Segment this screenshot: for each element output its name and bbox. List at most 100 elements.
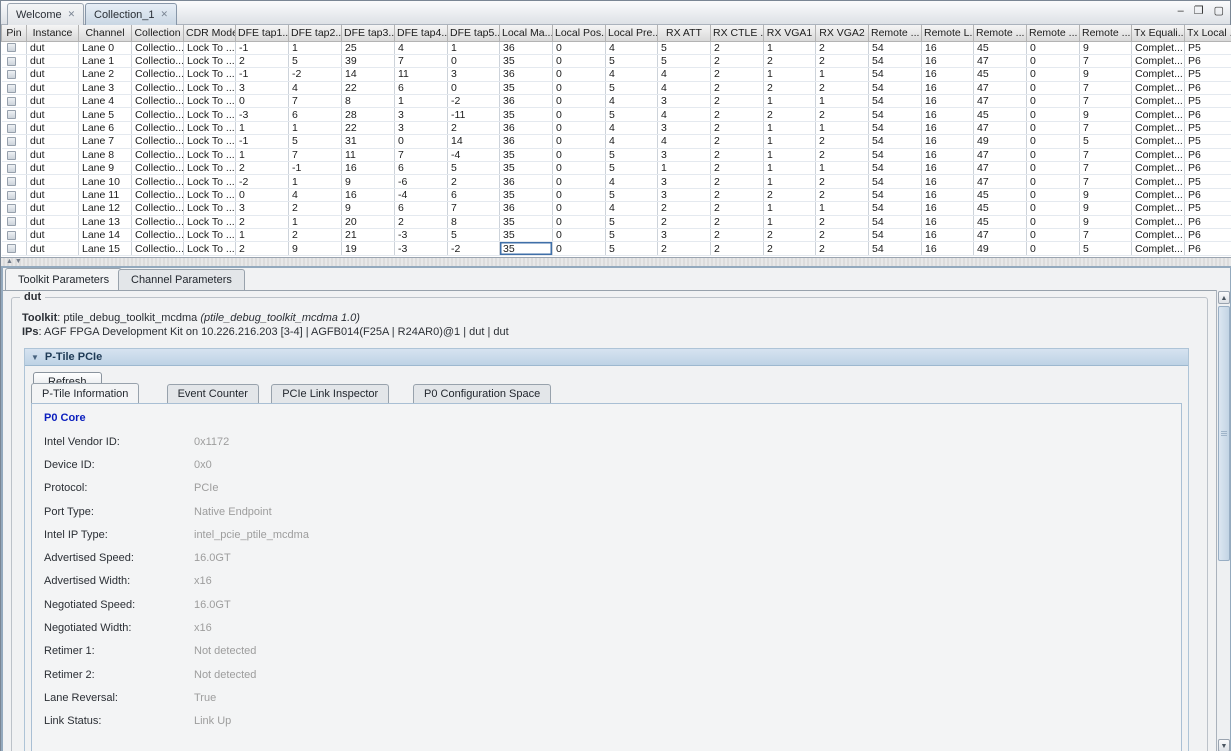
- table-cell[interactable]: 45: [974, 41, 1027, 54]
- table-cell[interactable]: 54: [869, 108, 922, 121]
- table-cell[interactable]: Lane 11: [79, 188, 132, 201]
- table-cell[interactable]: Lock To ...: [184, 41, 236, 54]
- table-cell[interactable]: dut: [27, 108, 79, 121]
- table-cell[interactable]: 49: [974, 242, 1027, 255]
- table-cell[interactable]: 0: [236, 188, 289, 201]
- table-cell[interactable]: 6: [395, 162, 448, 175]
- table-cell[interactable]: 1: [236, 228, 289, 241]
- pin-checkbox[interactable]: [7, 57, 16, 66]
- table-cell[interactable]: 2: [236, 162, 289, 175]
- table-cell[interactable]: P6: [1185, 188, 1231, 201]
- table-cell[interactable]: Lock To ...: [184, 242, 236, 255]
- table-cell[interactable]: P5: [1185, 41, 1231, 54]
- table-cell[interactable]: 2: [711, 175, 764, 188]
- table-cell[interactable]: 5: [1080, 242, 1132, 255]
- table-cell[interactable]: 0: [395, 135, 448, 148]
- table-cell[interactable]: 0: [1027, 81, 1080, 94]
- table-cell[interactable]: 36: [500, 175, 553, 188]
- table-cell[interactable]: Complet...: [1132, 121, 1185, 134]
- table-cell[interactable]: 3: [236, 202, 289, 215]
- table-cell[interactable]: 35: [500, 188, 553, 201]
- table-cell[interactable]: 0: [553, 41, 606, 54]
- table-cell[interactable]: 3: [236, 81, 289, 94]
- table-cell[interactable]: 36: [500, 68, 553, 81]
- table-cell[interactable]: 16: [922, 135, 974, 148]
- table-cell[interactable]: 47: [974, 95, 1027, 108]
- table-cell[interactable]: Collectio...: [132, 202, 184, 215]
- table-cell[interactable]: 0: [1027, 121, 1080, 134]
- table-cell[interactable]: Collectio...: [132, 68, 184, 81]
- table-cell[interactable]: Lane 13: [79, 215, 132, 228]
- table-cell[interactable]: 2: [816, 54, 869, 67]
- table-cell[interactable]: 5: [448, 162, 500, 175]
- table-cell[interactable]: 16: [922, 175, 974, 188]
- table-cell[interactable]: 11: [395, 68, 448, 81]
- column-header[interactable]: Remote L...: [922, 25, 974, 41]
- table-cell[interactable]: Lane 3: [79, 81, 132, 94]
- table-cell[interactable]: 35: [500, 108, 553, 121]
- table-cell[interactable]: 36: [500, 121, 553, 134]
- minimize-icon[interactable]: –: [1178, 4, 1184, 18]
- table-cell[interactable]: 2: [816, 215, 869, 228]
- scrollbar-thumb[interactable]: [1218, 306, 1230, 561]
- table-cell[interactable]: 16: [922, 81, 974, 94]
- table-cell[interactable]: 39: [342, 54, 395, 67]
- table-cell[interactable]: Collectio...: [132, 148, 184, 161]
- column-header[interactable]: DFE tap1...: [236, 25, 289, 41]
- ptile-pcie-section-header[interactable]: ▼ P-Tile PCIe: [25, 349, 1188, 366]
- table-cell[interactable]: 35: [500, 54, 553, 67]
- column-header[interactable]: Tx Local ...: [1185, 25, 1231, 41]
- table-cell[interactable]: 47: [974, 54, 1027, 67]
- table-cell[interactable]: 9: [1080, 108, 1132, 121]
- table-cell[interactable]: -1: [236, 68, 289, 81]
- table-cell[interactable]: 7: [448, 202, 500, 215]
- column-header[interactable]: Remote ...: [1027, 25, 1080, 41]
- table-cell[interactable]: 2: [395, 215, 448, 228]
- table-cell[interactable]: 5: [606, 188, 658, 201]
- table-cell[interactable]: 35: [500, 81, 553, 94]
- table-cell[interactable]: -2: [289, 68, 342, 81]
- table-cell[interactable]: 2: [236, 54, 289, 67]
- table-cell[interactable]: Lane 4: [79, 95, 132, 108]
- table-cell[interactable]: 16: [342, 162, 395, 175]
- pin-checkbox[interactable]: [7, 137, 16, 146]
- table-cell[interactable]: 1: [236, 121, 289, 134]
- table-cell[interactable]: 16: [922, 108, 974, 121]
- table-cell[interactable]: 1: [289, 41, 342, 54]
- table-cell[interactable]: 14: [342, 68, 395, 81]
- table-cell[interactable]: -2: [448, 95, 500, 108]
- table-cell[interactable]: 9: [1080, 202, 1132, 215]
- table-cell[interactable]: Complet...: [1132, 54, 1185, 67]
- table-cell[interactable]: Collectio...: [132, 54, 184, 67]
- table-cell[interactable]: 4: [606, 202, 658, 215]
- table-cell[interactable]: 36: [500, 135, 553, 148]
- table-cell[interactable]: P5: [1185, 135, 1231, 148]
- pin-checkbox[interactable]: [7, 43, 16, 52]
- table-cell[interactable]: P6: [1185, 228, 1231, 241]
- table-cell[interactable]: 0: [236, 95, 289, 108]
- table-cell[interactable]: 16: [922, 148, 974, 161]
- column-header[interactable]: RX VGA2: [816, 25, 869, 41]
- table-cell[interactable]: 4: [606, 68, 658, 81]
- table-cell[interactable]: 16: [922, 202, 974, 215]
- table-cell[interactable]: 36: [500, 41, 553, 54]
- table-cell[interactable]: 0: [553, 81, 606, 94]
- table-cell[interactable]: 1: [764, 41, 816, 54]
- table-cell[interactable]: 2: [816, 188, 869, 201]
- table-cell[interactable]: 54: [869, 202, 922, 215]
- table-cell[interactable]: Collectio...: [132, 95, 184, 108]
- table-cell[interactable]: 2: [711, 135, 764, 148]
- table-cell[interactable]: 5: [658, 41, 711, 54]
- table-cell[interactable]: 54: [869, 68, 922, 81]
- table-cell[interactable]: 2: [764, 242, 816, 255]
- table-cell[interactable]: 1: [289, 175, 342, 188]
- table-cell[interactable]: Complet...: [1132, 135, 1185, 148]
- pin-checkbox[interactable]: [7, 151, 16, 160]
- column-header[interactable]: Local Pre...: [606, 25, 658, 41]
- table-cell[interactable]: -4: [448, 148, 500, 161]
- table-cell[interactable]: 4: [606, 41, 658, 54]
- table-cell[interactable]: 1: [816, 202, 869, 215]
- table-cell[interactable]: 4: [289, 188, 342, 201]
- table-cell[interactable]: 21: [342, 228, 395, 241]
- table-cell[interactable]: 2: [816, 228, 869, 241]
